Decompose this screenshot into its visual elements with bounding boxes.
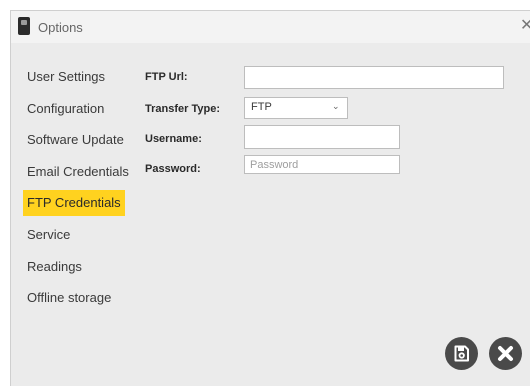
transfer-type-select[interactable]: FTP ⌄ [244,97,348,119]
ftp-url-input[interactable] [244,66,504,89]
transfer-type-label: Transfer Type: [145,103,220,115]
username-label: Username: [145,133,202,145]
close-icon[interactable]: ✕ [520,17,530,35]
sidebar-item-service[interactable]: Service [23,222,74,248]
save-button[interactable] [445,337,478,370]
ftp-url-label: FTP Url: [145,71,188,83]
sidebar-item-software-update[interactable]: Software Update [23,127,128,153]
sidebar-item-offline-storage[interactable]: Offline storage [23,285,115,311]
cancel-button[interactable] [489,337,522,370]
username-input[interactable] [244,125,400,149]
password-label: Password: [145,163,201,175]
sidebar-item-configuration[interactable]: Configuration [23,96,108,122]
options-window: Options ✕ User Settings Configuration So… [10,10,530,386]
save-icon [454,345,469,362]
sidebar-item-email-credentials[interactable]: Email Credentials [23,159,133,185]
sidebar-item-ftp-credentials[interactable]: FTP Credentials [23,190,125,216]
password-input[interactable] [244,155,400,174]
title-bar: Options ✕ [11,11,530,43]
sidebar-item-readings[interactable]: Readings [23,254,86,280]
cancel-icon [498,346,513,361]
chevron-down-icon: ⌄ [332,101,340,111]
window-title: Options [38,20,83,35]
transfer-type-value: FTP [251,101,272,113]
sidebar-item-user-settings[interactable]: User Settings [23,64,109,90]
app-icon [18,17,30,35]
